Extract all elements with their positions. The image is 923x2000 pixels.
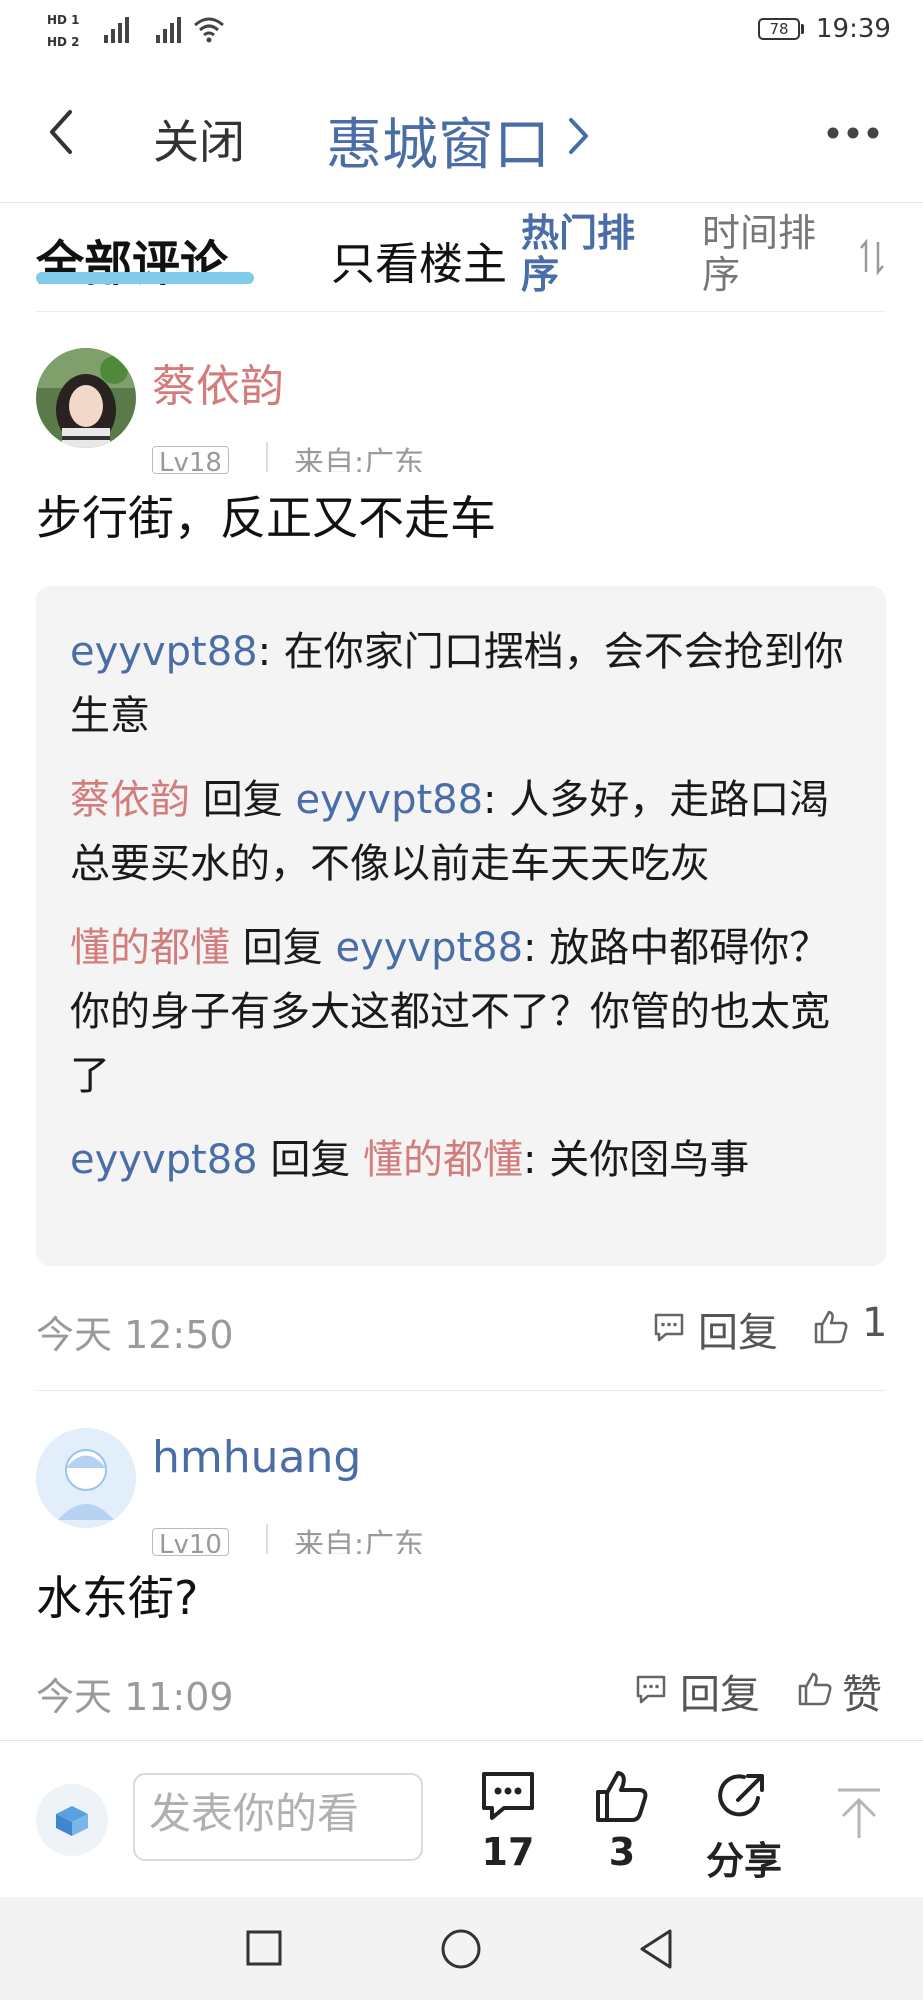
like-count: 1 (862, 1300, 888, 1346)
scroll-to-top-icon[interactable] (834, 1786, 884, 1840)
reply-button[interactable]: 回复 (680, 1662, 760, 1720)
comment-text: 水东街? (36, 1571, 199, 1625)
sim2-label: HD 2 (47, 35, 80, 49)
comment-username[interactable]: 蔡依韵 (152, 350, 284, 414)
comment-composer[interactable] (133, 1773, 423, 1861)
reply-word: 回复 (190, 777, 296, 823)
back-nav-icon[interactable] (636, 1928, 676, 1970)
reply-author[interactable]: 懂的都懂 (70, 925, 230, 971)
meta-separator (266, 1524, 268, 1554)
comments-icon[interactable] (478, 1768, 538, 1824)
comment-time: 今天 11:09 (36, 1675, 234, 1719)
comment-text: 步行街，反正又不走车 (36, 491, 496, 545)
reply-button[interactable]: 回复 (698, 1300, 778, 1358)
like-count: 3 (608, 1830, 636, 1874)
header-divider (0, 202, 923, 203)
share-icon[interactable] (714, 1768, 774, 1824)
comment-username[interactable]: hmhuang (152, 1432, 361, 1483)
clock: 19:39 (816, 14, 891, 44)
wifi-icon (192, 14, 226, 44)
sim1-label: HD 1 (47, 13, 80, 27)
reply-word: 回复 (257, 1137, 364, 1183)
sort-hot-button[interactable]: 热门排序 (521, 212, 647, 296)
reply-item[interactable]: 蔡依韵 回复 eyyvpt88: 人多好，走路口渴总要买水的，不像以前走车天天吃… (70, 768, 860, 896)
reply-target[interactable]: eyyvpt88 (295, 777, 483, 823)
reply-target[interactable]: eyyvpt88 (335, 925, 523, 971)
user-level-badge: Lv18 (152, 446, 229, 474)
avatar[interactable] (36, 348, 136, 448)
comment-divider (36, 1390, 886, 1391)
reply-author[interactable]: eyyvpt88 (70, 1137, 258, 1183)
reply-author[interactable]: eyyvpt88 (70, 629, 258, 675)
reply-item[interactable]: eyyvpt88 回复 懂的都懂: 关你囹鸟事 (70, 1128, 860, 1192)
comment-icon[interactable] (634, 1672, 668, 1706)
sort-time-button[interactable]: 时间排序 (702, 212, 828, 296)
reply-item[interactable]: 懂的都懂 回复 eyyvpt88: 放路中都碍你？你的身子有多大这都过不了？你管… (70, 916, 860, 1108)
comment-input[interactable] (149, 1789, 409, 1838)
recent-apps-icon[interactable] (245, 1929, 283, 1967)
reply-author[interactable]: 蔡依韵 (70, 777, 190, 823)
reply-text: : 关你囹鸟事 (523, 1137, 750, 1183)
back-icon[interactable] (46, 108, 76, 156)
reply-target[interactable]: 懂的都懂 (363, 1137, 523, 1183)
thumbs-up-icon[interactable] (812, 1308, 850, 1346)
meta-separator (266, 442, 268, 472)
thumbs-up-icon[interactable] (796, 1670, 834, 1708)
signal-icon (155, 14, 185, 44)
like-button[interactable]: 赞 (842, 1662, 882, 1720)
tab-active-indicator (36, 272, 254, 284)
reply-item[interactable]: eyyvpt88: 在你家门口摆档，会不会抢到你生意 (70, 620, 860, 748)
tab-owner-only[interactable]: 只看楼主 (331, 228, 507, 292)
home-icon[interactable] (440, 1928, 482, 1970)
comment-time: 今天 12:50 (36, 1313, 234, 1357)
avatar[interactable] (36, 1428, 136, 1528)
battery-nub (801, 24, 804, 34)
battery-indicator: 78 (758, 18, 800, 40)
chevron-right-icon[interactable] (566, 114, 592, 158)
comment-count: 17 (481, 1830, 535, 1874)
reply-thread[interactable]: eyyvpt88: 在你家门口摆档，会不会抢到你生意 蔡依韵 回复 eyyvpt… (36, 586, 886, 1266)
status-bar: HD 1 HD 2 78 19:39 (0, 0, 923, 64)
user-level-badge: Lv10 (152, 1528, 229, 1556)
comment-icon[interactable] (652, 1310, 686, 1344)
tabs-divider (36, 311, 886, 312)
thumbs-up-icon[interactable] (592, 1768, 652, 1824)
more-icon[interactable] (825, 123, 881, 143)
share-button[interactable]: 分享 (692, 1830, 796, 1885)
reply-word: 回复 (230, 925, 336, 971)
sort-order-icon[interactable] (858, 238, 886, 276)
signal-icon (103, 14, 133, 44)
my-avatar[interactable] (36, 1784, 108, 1856)
user-location: 来自:广东 (294, 446, 425, 472)
user-location: 来自:广东 (294, 1528, 425, 1554)
close-button[interactable]: 关闭 (153, 106, 245, 172)
page-title[interactable]: 惠城窗口 (326, 100, 550, 181)
